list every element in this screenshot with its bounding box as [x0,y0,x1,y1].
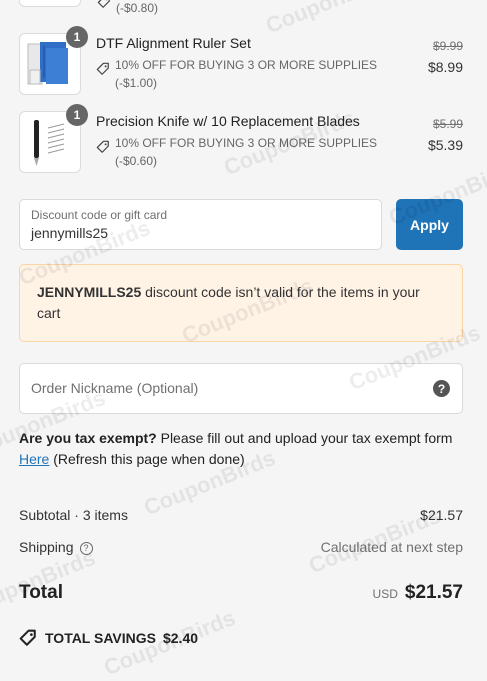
total-value: $21.57 [405,582,463,604]
discount-amount: (-$1.00) [115,74,377,92]
subtotal-label: Subtotal · 3 items [19,507,128,523]
alert-code: JENNYMILLS25 [37,284,141,300]
previous-item-partial: (-$0.80) [19,0,439,10]
discount-amount: (-$0.80) [116,1,158,15]
order-nickname-input[interactable]: Order Nickname (Optional) [31,380,198,396]
quantity-badge: 1 [66,104,88,126]
tax-after-text: (Refresh this page when done) [49,451,244,467]
subtotal-row: Subtotal · 3 items $21.57 [19,506,463,524]
discount-code-input[interactable]: jennymills25 [31,225,108,241]
product-name[interactable]: Precision Knife w/ 10 Replacement Blades [96,112,403,130]
total-currency: USD [373,587,398,601]
product-thumbnail-partial [19,0,81,7]
tag-icon [97,0,111,9]
apply-button[interactable]: Apply [396,199,463,250]
total-savings: TOTAL SAVINGS $2.40 [19,629,198,647]
discount-amount: (-$0.60) [115,152,377,170]
final-price: $5.39 [403,135,463,155]
discount-code-field[interactable]: Discount code or gift card jennymills25 [19,199,382,250]
cart-item: 1 Precision Knife w/ 10 Replacement Blad… [19,111,463,173]
subtotal-value: $21.57 [420,507,463,523]
cart-item: 1 DTF Alignment Ruler Set 10% OFF FOR BU… [19,33,463,95]
tax-form-link[interactable]: Here [19,451,49,467]
product-thumbnail[interactable]: 1 [19,111,81,173]
discount-text: 10% OFF FOR BUYING 3 OR MORE SUPPLIES [115,134,377,152]
total-row: Total USD $21.57 [19,580,463,606]
tag-icon [19,629,37,647]
tax-exempt-notice: Are you tax exempt? Please fill out and … [19,428,469,470]
question-circle-icon[interactable]: ? [80,542,93,555]
tag-icon [96,140,110,154]
shipping-label: Shipping [19,539,74,555]
discount-text: 10% OFF FOR BUYING 3 OR MORE SUPPLIES [115,56,377,74]
original-price: $9.99 [403,38,463,54]
tax-question: Are you tax exempt? [19,430,157,446]
product-name[interactable]: DTF Alignment Ruler Set [96,34,403,52]
savings-value: $2.40 [163,630,198,646]
original-price: $5.99 [403,116,463,132]
shipping-row: Shipping? Calculated at next step [19,538,463,556]
shipping-value: Calculated at next step [321,539,463,555]
question-circle-icon[interactable]: ? [433,380,450,397]
tag-icon [96,62,110,76]
total-label: Total [19,582,63,604]
final-price: $8.99 [403,57,463,77]
order-nickname-field[interactable]: Order Nickname (Optional) ? [19,363,463,414]
invalid-code-alert: JENNYMILLS25 discount code isn’t valid f… [19,264,463,342]
product-thumbnail[interactable]: 1 [19,33,81,95]
tax-text: Please fill out and upload your tax exem… [157,430,453,446]
quantity-badge: 1 [66,26,88,48]
savings-label: TOTAL SAVINGS [45,630,156,646]
discount-code-label: Discount code or gift card [31,208,167,222]
